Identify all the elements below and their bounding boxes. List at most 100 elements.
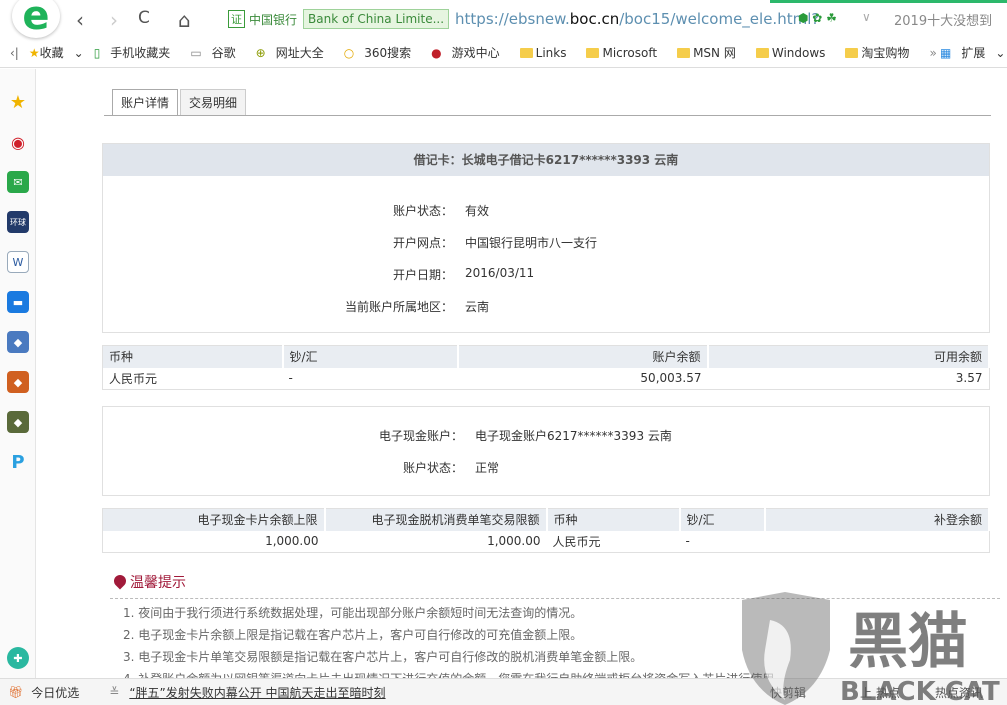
cert-name[interactable]: Bank of China Limite...: [303, 9, 450, 29]
tab-account-details[interactable]: 账户详情: [112, 89, 179, 115]
p-app-icon[interactable]: P: [7, 451, 29, 473]
forward-button[interactable]: ›: [110, 8, 118, 32]
folder-icon: [586, 47, 600, 58]
debit-card-panel: 借记卡：长城电子借记卡6217******3393 云南 账户状态： 有效 开户网…: [102, 143, 990, 333]
folder-icon: [845, 47, 859, 58]
cell: 50,003.57: [640, 371, 702, 386]
news-icon[interactable]: 环球: [7, 211, 29, 233]
address-bar[interactable]: 证 中国银行 Bank of China Limite... https://e…: [228, 6, 858, 32]
game-icon[interactable]: ◆: [7, 411, 29, 433]
field-status: 账户状态： 有效: [303, 202, 489, 219]
bookmark-google[interactable]: ▭ 谷歌: [190, 44, 245, 61]
app-icon[interactable]: ▬: [7, 291, 29, 313]
mail-icon[interactable]: ✉: [7, 171, 29, 193]
col-header: 币种: [102, 345, 284, 368]
col-header: 补登余额: [764, 508, 990, 531]
field-value: 电子现金账户6217******3393 云南: [475, 429, 672, 443]
cell: 1,000.00: [265, 534, 319, 549]
bookmark-label: 淘宝购物: [861, 46, 910, 60]
tip-item: 1. 夜间由于我行须进行系统数据处理，可能出现部分账户余额短时间无法查询的情况。: [123, 606, 583, 620]
bookmark-label: 360搜索: [364, 46, 412, 60]
shield-icon[interactable]: ⬢ ✿ ☘: [798, 11, 837, 25]
ecash-panel: 电子现金账户： 电子现金账户6217******3393 云南 账户状态： 正常: [102, 406, 990, 496]
bookmark-label: 网址大全: [275, 46, 324, 60]
bookmark-label: 手机收藏夹: [110, 46, 171, 60]
bookmark-hao[interactable]: ⊕ 网址大全: [256, 44, 334, 61]
tab-transactions[interactable]: 交易明细: [180, 89, 247, 115]
col-header: 账户余额: [457, 345, 709, 368]
sidebar-toggle-icon[interactable]: ‹|: [10, 46, 19, 60]
clip-tool[interactable]: 快剪辑: [770, 684, 806, 701]
tip-item: 2. 电子现金卡片余额上限是指记载在客户芯片上，客户可自行修改的可充值金额上限。: [123, 628, 583, 642]
field-open-date: 开户日期： 2016/03/11: [303, 266, 534, 283]
folder-icon: [519, 47, 533, 58]
location-pin-icon: [111, 572, 129, 590]
field-label: 电子现金账户：: [378, 429, 463, 443]
bookmark-links[interactable]: Links: [519, 46, 577, 60]
today-picks[interactable]: 今日优选: [31, 684, 79, 701]
field-region: 当前账户所属地区： 云南: [303, 298, 489, 315]
document-icon[interactable]: W: [7, 251, 29, 273]
news-link[interactable]: “胖五”发射失败内幕公开 中国航天走出至暗时刻: [129, 684, 385, 701]
tips-title: 温馨提示: [130, 575, 186, 591]
cell: -: [685, 534, 690, 549]
table-row: 人民币元 - 50,003.57 3.57: [103, 368, 990, 390]
field-value: 2016/03/11: [465, 266, 535, 280]
bookmark-favorites[interactable]: ★ 收藏 ⌄: [29, 44, 84, 61]
back-button[interactable]: ‹: [76, 8, 84, 32]
cert-badge: 证: [228, 10, 245, 28]
tab-divider: [104, 115, 991, 116]
bookmark-mobile[interactable]: ▯ 手机收藏夹: [94, 44, 181, 61]
bookmark-360[interactable]: ○ 360搜索: [344, 44, 421, 61]
bookmark-msn[interactable]: MSN 网: [677, 44, 746, 61]
weibo-icon[interactable]: ◉: [7, 131, 29, 153]
field-label: 开户网点：: [392, 236, 453, 250]
bookmarks-bar: ‹| ★ 收藏 ⌄ ▯ 手机收藏夹 ▭ 谷歌 ⊕ 网址大全 ○ 360搜索 ● 游戏中心 L…: [0, 38, 1007, 68]
extensions-button[interactable]: ▦ 扩展 ⌄: [940, 44, 1005, 61]
url-prefix: https://ebsnew.: [455, 10, 570, 28]
field-ecash-account: 电子现金账户： 电子现金账户6217******3393 云南: [233, 427, 672, 444]
bookmark-label: 谷歌: [211, 46, 236, 60]
dropdown-icon[interactable]: ∨: [862, 10, 871, 24]
cell: 人民币元: [552, 534, 601, 549]
field-branch: 开户网点： 中国银行昆明市八一支行: [303, 234, 597, 251]
add-icon[interactable]: ✚: [7, 647, 29, 669]
bookmark-label: Microsoft: [602, 45, 658, 60]
col-header: 电子现金卡片余额上限: [102, 508, 326, 531]
folder-icon: [755, 47, 769, 58]
browser-logo-icon[interactable]: e: [12, 0, 60, 39]
search-box[interactable]: 2019十大没想到: [894, 10, 992, 29]
favorites-icon[interactable]: ★: [7, 91, 29, 113]
bookmark-games[interactable]: ● 游戏中心: [431, 44, 510, 61]
bank-label: 中国银行: [249, 12, 298, 27]
game-icon[interactable]: ◆: [7, 331, 29, 353]
bookmark-microsoft[interactable]: Microsoft: [586, 46, 667, 60]
field-value: 有效: [465, 204, 490, 218]
cell: -: [288, 371, 293, 386]
field-label: 当前账户所属地区：: [344, 300, 453, 314]
hot-tool[interactable]: 上 热点: [860, 684, 900, 701]
url-domain: boc.cn: [569, 10, 620, 28]
reload-button[interactable]: C: [138, 8, 150, 28]
news-tool[interactable]: 热点资讯: [935, 684, 983, 701]
url-path: /boc15/welcome_ele.html?: [619, 10, 820, 28]
game-icon[interactable]: ◆: [7, 371, 29, 393]
gift-icon: 🎁︎: [8, 685, 24, 699]
table-row: 1,000.00 1,000.00 人民币元 -: [103, 531, 990, 553]
bookmarks-more[interactable]: »: [929, 46, 936, 60]
col-header: 钞/汇: [282, 345, 459, 368]
col-header: 钞/汇: [679, 508, 766, 531]
tip-item: 3. 电子现金卡片单笔交易限额是指记载在客户芯片上，客户可自行修改的脱机消费单笔…: [123, 650, 643, 664]
url-text[interactable]: https://ebsnew.boc.cn/boc15/welcome_ele.…: [455, 10, 819, 28]
bookmark-label: 游戏中心: [451, 46, 500, 60]
home-button[interactable]: ⌂: [178, 8, 191, 32]
field-ecash-status: 账户状态： 正常: [233, 459, 499, 476]
bookmark-windows[interactable]: Windows: [755, 45, 836, 60]
left-sidebar: ★ ◉ ✉ 环球 W ▬ ◆ ◆ ◆ P ✚: [0, 69, 36, 678]
field-value: 中国银行昆明市八一支行: [465, 236, 598, 250]
bookmark-taobao[interactable]: 淘宝购物: [845, 44, 919, 61]
cell: [765, 531, 990, 553]
tips-section: 温馨提示 1. 夜间由于我行须进行系统数据处理，可能出现部分账户余额短时间无法查…: [110, 572, 1000, 687]
bookmark-label: Windows: [771, 45, 826, 60]
browser-toolbar: e ‹ › C ⌂ 证 中国银行 Bank of China Limite...…: [0, 0, 1007, 39]
